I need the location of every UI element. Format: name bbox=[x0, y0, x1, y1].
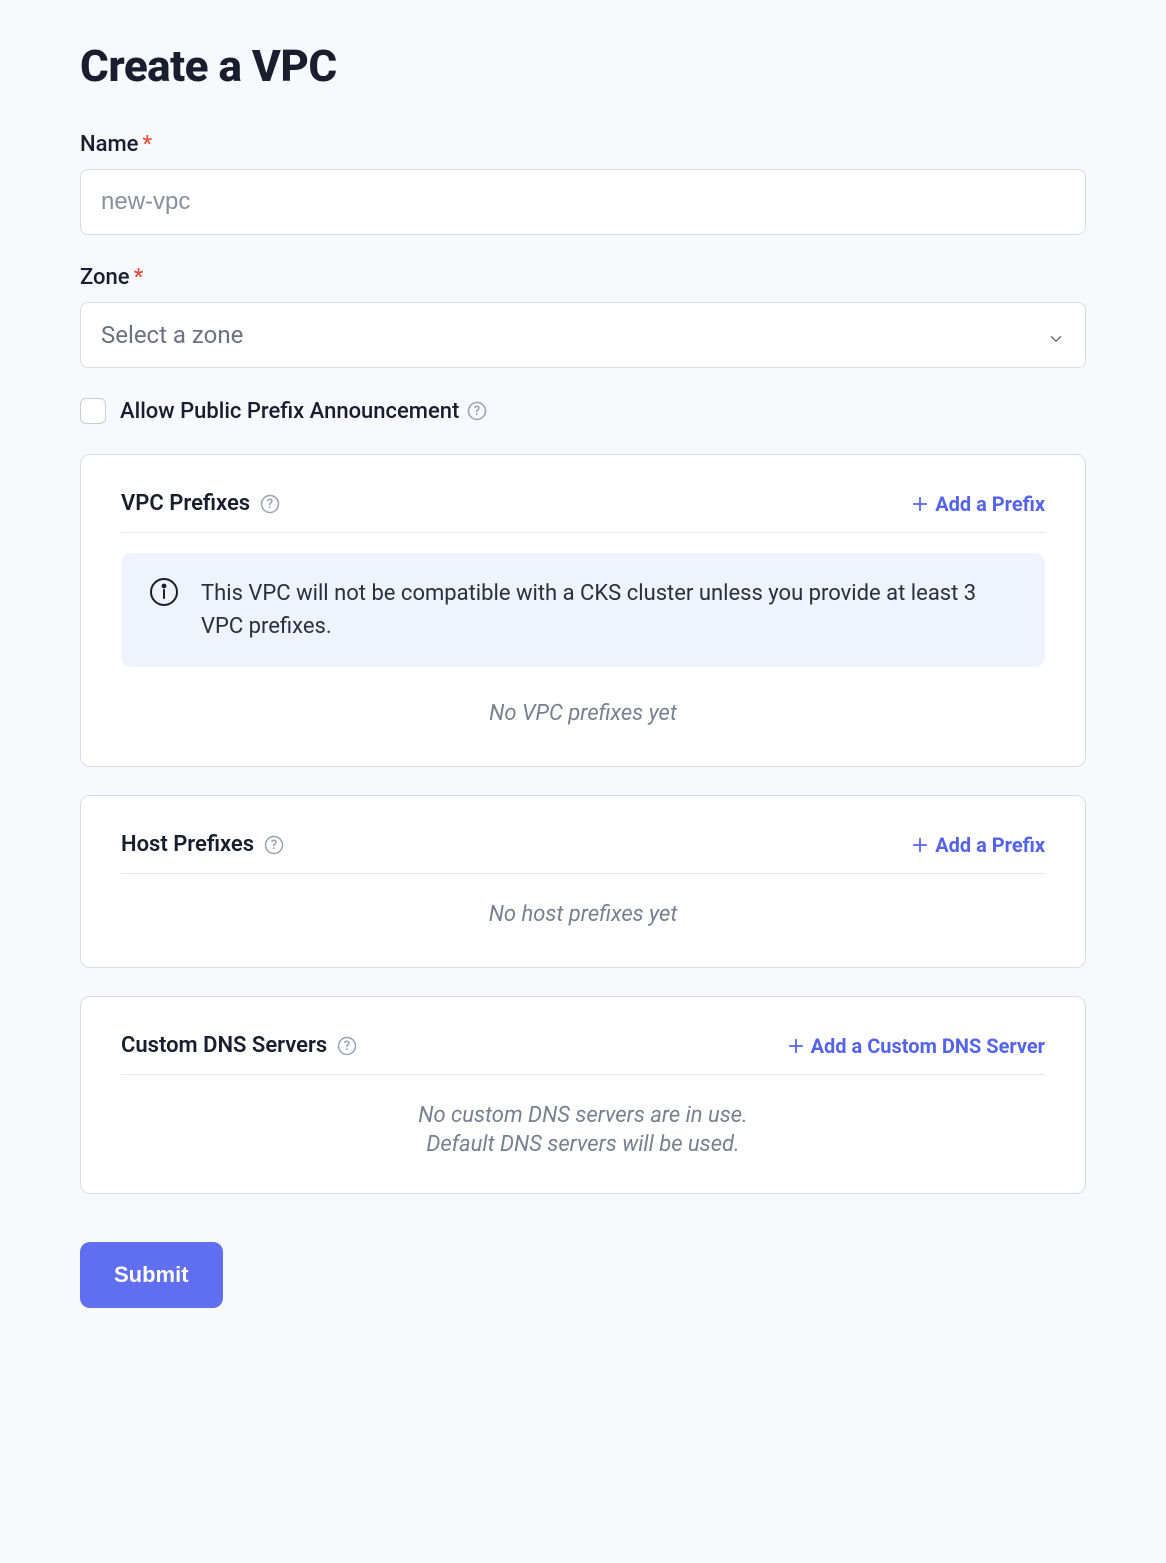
plus-icon bbox=[911, 495, 929, 513]
svg-text:?: ? bbox=[344, 1039, 350, 1054]
dns-servers-title-text: Custom DNS Servers bbox=[121, 1033, 327, 1058]
vpc-prefixes-card: VPC Prefixes ? Add a Prefix This VPC wil… bbox=[80, 454, 1086, 767]
svg-text:?: ? bbox=[271, 838, 277, 853]
vpc-prefixes-info-banner: This VPC will not be compatible with a C… bbox=[121, 553, 1045, 667]
allow-public-prefix-label: Allow Public Prefix Announcement ? bbox=[120, 399, 487, 424]
help-icon[interactable]: ? bbox=[260, 494, 280, 514]
help-icon[interactable]: ? bbox=[467, 401, 487, 421]
add-dns-server-label: Add a Custom DNS Server bbox=[811, 1034, 1045, 1058]
name-label-text: Name bbox=[80, 132, 138, 157]
required-indicator: * bbox=[142, 132, 152, 157]
chevron-down-icon bbox=[1047, 326, 1065, 344]
info-icon bbox=[149, 577, 179, 607]
vpc-prefixes-empty: No VPC prefixes yet bbox=[121, 693, 1045, 730]
plus-icon bbox=[911, 836, 929, 854]
page-title: Create a VPC bbox=[80, 40, 1086, 92]
name-input[interactable] bbox=[80, 169, 1086, 235]
vpc-prefixes-title-text: VPC Prefixes bbox=[121, 491, 250, 516]
host-prefixes-card: Host Prefixes ? Add a Prefix No host pre… bbox=[80, 795, 1086, 968]
host-prefixes-title: Host Prefixes ? bbox=[121, 832, 284, 857]
dns-empty-line2: Default DNS servers will be used. bbox=[121, 1132, 1045, 1157]
add-host-prefix-label: Add a Prefix bbox=[935, 833, 1045, 857]
add-dns-server-button[interactable]: Add a Custom DNS Server bbox=[787, 1034, 1045, 1058]
svg-text:?: ? bbox=[267, 497, 273, 512]
add-vpc-prefix-label: Add a Prefix bbox=[935, 492, 1045, 516]
allow-public-prefix-checkbox[interactable] bbox=[80, 398, 106, 424]
plus-icon bbox=[787, 1037, 805, 1055]
submit-button[interactable]: Submit bbox=[80, 1242, 223, 1308]
dns-servers-card: Custom DNS Servers ? Add a Custom DNS Se… bbox=[80, 996, 1086, 1194]
dns-empty-line1: No custom DNS servers are in use. bbox=[121, 1095, 1045, 1132]
vpc-prefixes-title: VPC Prefixes ? bbox=[121, 491, 280, 516]
help-icon[interactable]: ? bbox=[264, 835, 284, 855]
svg-text:?: ? bbox=[474, 404, 480, 419]
host-prefixes-empty: No host prefixes yet bbox=[121, 894, 1045, 931]
allow-public-prefix-label-text: Allow Public Prefix Announcement bbox=[120, 399, 459, 424]
required-indicator: * bbox=[134, 265, 144, 290]
dns-servers-title: Custom DNS Servers ? bbox=[121, 1033, 357, 1058]
add-host-prefix-button[interactable]: Add a Prefix bbox=[911, 833, 1045, 857]
zone-label-text: Zone bbox=[80, 265, 130, 290]
zone-placeholder: Select a zone bbox=[101, 321, 243, 349]
zone-label: Zone* bbox=[80, 265, 1086, 290]
vpc-prefixes-info-text: This VPC will not be compatible with a C… bbox=[201, 577, 1017, 643]
host-prefixes-title-text: Host Prefixes bbox=[121, 832, 254, 857]
add-vpc-prefix-button[interactable]: Add a Prefix bbox=[911, 492, 1045, 516]
zone-select[interactable]: Select a zone bbox=[80, 302, 1086, 368]
help-icon[interactable]: ? bbox=[337, 1036, 357, 1056]
name-label: Name* bbox=[80, 132, 1086, 157]
